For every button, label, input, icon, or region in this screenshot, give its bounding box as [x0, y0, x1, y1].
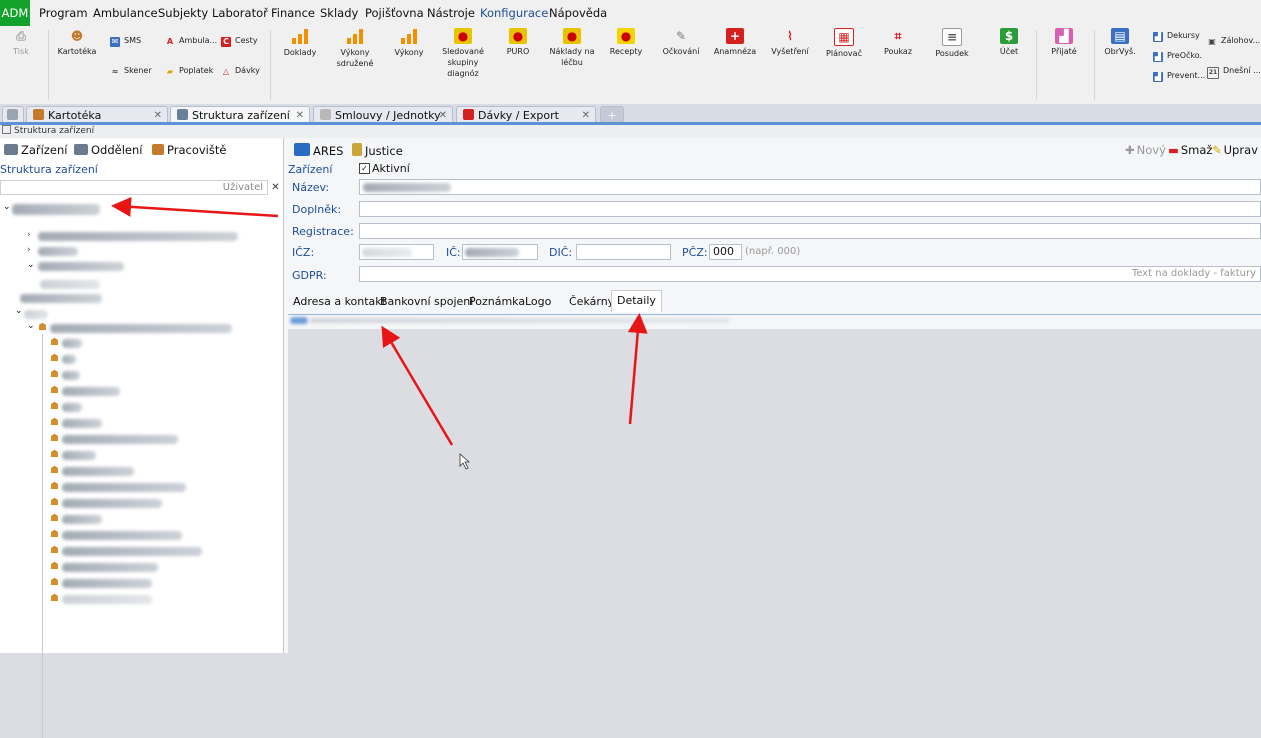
annotation-arrows — [111, 196, 648, 470]
arrow-to-details-header — [381, 325, 454, 446]
arrow-to-root-node — [111, 196, 279, 218]
arrow-to-detaily-tab — [627, 313, 648, 425]
mouse-cursor-icon — [459, 453, 471, 470]
